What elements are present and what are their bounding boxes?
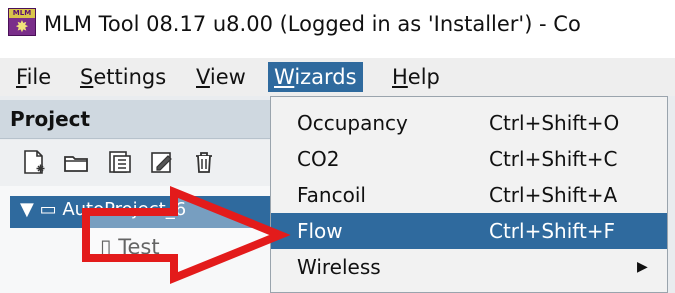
app-icon: MLM ✸ bbox=[8, 8, 36, 36]
menu-settings-label: ettings bbox=[93, 65, 167, 89]
project-toolbar bbox=[0, 140, 270, 186]
title-bar: MLM ✸ MLM Tool 08.17 u8.00 (Logged in as… bbox=[0, 0, 675, 50]
open-folder-icon[interactable] bbox=[62, 148, 90, 176]
menu-settings[interactable]: Settings bbox=[74, 62, 172, 92]
menu-wizards-mnemonic: W bbox=[274, 65, 295, 89]
co2-label: CO2 bbox=[297, 147, 340, 171]
menu-item-occupancy[interactable]: Occupancy Ctrl+Shift+O bbox=[271, 105, 667, 141]
sparkle-icon: ✸ bbox=[15, 17, 29, 36]
flow-shortcut: Ctrl+Shift+F bbox=[489, 219, 616, 243]
save-project-icon[interactable] bbox=[106, 148, 134, 176]
tree-child-row[interactable]: ▯ Test bbox=[100, 232, 160, 262]
menu-help[interactable]: Help bbox=[386, 62, 446, 92]
fancoil-shortcut: Ctrl+Shift+A bbox=[489, 183, 618, 207]
menu-view-label: iew bbox=[209, 65, 246, 89]
device-icon: ▯ bbox=[100, 235, 119, 259]
trash-icon[interactable] bbox=[190, 148, 218, 176]
menu-wizards-label: izards bbox=[294, 65, 357, 89]
edit-icon[interactable] bbox=[148, 148, 176, 176]
submenu-arrow-icon: ▶ bbox=[637, 259, 648, 275]
menu-item-fancoil[interactable]: Fancoil Ctrl+Shift+A bbox=[271, 177, 667, 213]
menu-bar: File Settings View Wizards Help bbox=[0, 58, 675, 96]
menu-file-mnemonic: F bbox=[16, 65, 27, 89]
menu-help-mnemonic: H bbox=[392, 65, 408, 89]
menu-file-label: ile bbox=[26, 65, 52, 89]
menu-item-co2[interactable]: CO2 Ctrl+Shift+C bbox=[271, 141, 667, 177]
wizards-menu: Occupancy Ctrl+Shift+O CO2 Ctrl+Shift+C … bbox=[270, 96, 668, 293]
menu-wizards[interactable]: Wizards bbox=[268, 62, 363, 92]
tree-root-label: AutoProject_6 bbox=[62, 199, 187, 220]
tree-root[interactable]: ▼ ▭ AutoProject_6 bbox=[20, 196, 186, 224]
menu-help-label: elp bbox=[407, 65, 440, 89]
menu-settings-mnemonic: S bbox=[80, 65, 94, 89]
window-title: MLM Tool 08.17 u8.00 (Logged in as 'Inst… bbox=[44, 12, 581, 36]
new-file-icon[interactable] bbox=[20, 148, 48, 176]
expand-arrow-icon[interactable]: ▼ bbox=[20, 199, 34, 220]
menu-file[interactable]: File bbox=[10, 62, 57, 92]
project-panel-header: Project bbox=[0, 100, 270, 139]
project-folder-icon: ▭ bbox=[39, 199, 63, 220]
wireless-label: Wireless bbox=[297, 255, 381, 279]
menu-view-mnemonic: V bbox=[196, 65, 210, 89]
tree-child-label: Test bbox=[118, 235, 160, 259]
flow-label: Flow bbox=[297, 219, 343, 243]
menu-view[interactable]: View bbox=[190, 62, 252, 92]
occupancy-label: Occupancy bbox=[297, 111, 408, 135]
menu-item-wireless[interactable]: Wireless ▶ bbox=[271, 249, 667, 285]
co2-shortcut: Ctrl+Shift+C bbox=[489, 147, 618, 171]
fancoil-label: Fancoil bbox=[297, 183, 366, 207]
menu-item-flow[interactable]: Flow Ctrl+Shift+F bbox=[271, 213, 667, 249]
occupancy-shortcut: Ctrl+Shift+O bbox=[489, 111, 620, 135]
project-panel-title: Project bbox=[10, 107, 91, 131]
